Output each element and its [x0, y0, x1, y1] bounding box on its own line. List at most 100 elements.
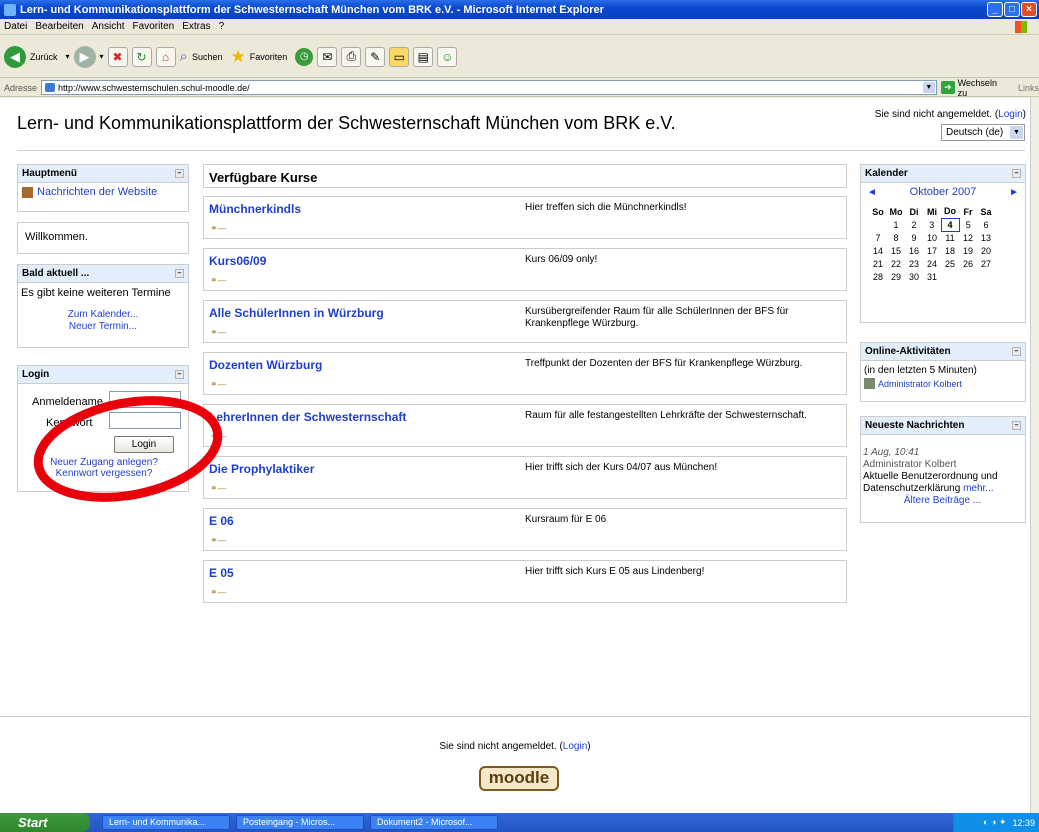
favorites-label[interactable]: Favoriten — [250, 52, 288, 62]
task-ie[interactable]: Lern- und Kommunika... — [102, 815, 230, 830]
calendar-next-icon[interactable]: ► — [1009, 187, 1019, 198]
calendar-day[interactable]: 18 — [941, 244, 959, 257]
footer-login-link[interactable]: Login — [563, 741, 587, 752]
upcoming-block: Bald aktuell ... – Es gibt keine weiteren… — [17, 264, 189, 348]
messenger-icon[interactable]: ☺ — [437, 46, 458, 67]
moodle-logo[interactable]: moodle — [479, 766, 559, 791]
vertical-scrollbar[interactable] — [1030, 98, 1039, 813]
links-label[interactable]: Links — [1018, 83, 1039, 93]
research-icon[interactable]: ▤ — [413, 46, 434, 67]
task-outlook[interactable]: Posteingang - Micros... — [236, 815, 364, 830]
upcoming-toggle-icon[interactable]: – — [175, 269, 184, 278]
toolbar: ◀ Zurück ▾ ▶ ▾ ✖ ↻ ⌂ ⌕ Suchen ★ Favorite… — [0, 36, 1039, 78]
calendar-day[interactable]: 13 — [977, 231, 995, 244]
calendar-day[interactable]: 14 — [869, 244, 887, 257]
back-icon[interactable]: ◀ — [4, 45, 26, 68]
language-select[interactable]: Deutsch (de) ▼ — [941, 124, 1025, 141]
calendar-day[interactable]: 9 — [905, 231, 923, 244]
calendar-day[interactable]: 28 — [869, 270, 887, 283]
calendar-day[interactable]: 27 — [977, 257, 995, 270]
calendar-prev-icon[interactable]: ◄ — [867, 187, 877, 198]
older-posts-link[interactable]: Ältere Beiträge ... — [904, 495, 981, 506]
tray-icons[interactable]: ◐ ◑ ✦ — [983, 817, 1006, 828]
calendar-day[interactable]: 23 — [905, 257, 923, 270]
back-dropdown-icon[interactable]: ▾ — [66, 52, 70, 61]
calendar-day[interactable]: 11 — [941, 231, 959, 244]
print-icon[interactable]: ⎙ — [341, 46, 362, 67]
login-toggle-icon[interactable]: – — [175, 370, 184, 379]
search-icon[interactable]: ⌕ — [180, 48, 188, 65]
course-link[interactable]: Dozenten Würzburg — [209, 358, 322, 372]
search-label[interactable]: Suchen — [192, 52, 223, 62]
address-input[interactable]: http://www.schwesternschulen.schul-moodl… — [41, 80, 937, 95]
mainmenu-toggle-icon[interactable]: – — [175, 169, 184, 178]
news-more-link[interactable]: mehr... — [963, 483, 994, 494]
key-icon: ⚭— — [210, 223, 227, 233]
menu-favorites[interactable]: Favoriten — [133, 21, 175, 32]
calendar-day[interactable]: 16 — [905, 244, 923, 257]
forward-dropdown-icon[interactable]: ▾ — [100, 52, 104, 61]
go-button[interactable]: ➜ Wechseln zu — [940, 78, 1008, 98]
mail-icon[interactable]: ✉ — [317, 46, 338, 67]
calendar-day[interactable]: 19 — [959, 244, 977, 257]
back-label[interactable]: Zurück — [30, 52, 58, 62]
calendar-day[interactable]: 5 — [959, 218, 977, 231]
history-icon[interactable]: ◷ — [295, 47, 314, 66]
close-button[interactable]: × — [1021, 2, 1037, 17]
calendar-link[interactable]: Zum Kalender... — [18, 309, 188, 321]
calendar-day[interactable]: 30 — [905, 270, 923, 283]
calendar-day[interactable]: 26 — [959, 257, 977, 270]
start-button[interactable]: Start — [0, 813, 90, 832]
home-icon[interactable]: ⌂ — [155, 46, 176, 67]
maximize-button[interactable]: □ — [1004, 2, 1020, 17]
site-news-link[interactable]: Nachrichten der Website — [37, 186, 157, 198]
menu-tools[interactable]: Extras — [182, 21, 210, 32]
favorites-star-icon[interactable]: ★ — [230, 47, 245, 67]
calendar-day[interactable]: 2 — [905, 218, 923, 231]
calendar-day[interactable]: 15 — [887, 244, 905, 257]
course-link[interactable]: Münchnerkindls — [209, 202, 301, 216]
calendar-day[interactable]: 24 — [923, 257, 941, 270]
menu-view[interactable]: Ansicht — [92, 21, 125, 32]
calendar-day[interactable]: 7 — [869, 231, 887, 244]
edit-icon[interactable]: ✎ — [365, 46, 386, 67]
course-link[interactable]: E 06 — [209, 514, 234, 528]
calendar-month[interactable]: Oktober 2007 — [910, 186, 977, 198]
online-toggle-icon[interactable]: – — [1012, 347, 1021, 356]
online-user-link[interactable]: Administrator Kolbert — [878, 379, 962, 389]
course-link[interactable]: Alle SchülerInnen in Würzburg — [209, 306, 384, 320]
folder-icon[interactable]: ▭ — [389, 46, 410, 67]
calendar-day[interactable]: 10 — [923, 231, 941, 244]
calendar-day[interactable]: 22 — [887, 257, 905, 270]
address-dropdown-icon[interactable]: ▼ — [922, 82, 935, 93]
calendar-day[interactable]: 29 — [887, 270, 905, 283]
calendar-day[interactable]: 20 — [977, 244, 995, 257]
calendar-day[interactable]: 1 — [887, 218, 905, 231]
menu-file[interactable]: Datei — [4, 21, 27, 32]
menu-edit[interactable]: Bearbeiten — [35, 21, 83, 32]
stop-icon[interactable]: ✖ — [107, 46, 128, 67]
refresh-icon[interactable]: ↻ — [131, 46, 152, 67]
course-link[interactable]: Kurs06/09 — [209, 254, 266, 268]
calendar-day[interactable]: 25 — [941, 257, 959, 270]
news-toggle-icon[interactable]: – — [1012, 421, 1021, 430]
course-link[interactable]: LehrerInnen der Schwesternschaft — [209, 410, 406, 424]
calendar-day[interactable]: 21 — [869, 257, 887, 270]
header-login-link[interactable]: Login — [998, 109, 1022, 120]
calendar-day[interactable]: 12 — [959, 231, 977, 244]
course-link[interactable]: E 05 — [209, 566, 234, 580]
new-event-link[interactable]: Neuer Termin... — [18, 321, 188, 333]
calendar-day[interactable]: 3 — [923, 218, 941, 231]
calendar-today[interactable]: 4 — [940, 217, 960, 232]
menu-help[interactable]: ? — [219, 21, 225, 32]
calendar-day[interactable]: 6 — [977, 218, 995, 231]
upcoming-empty: Es gibt keine weiteren Termine — [21, 287, 171, 299]
minimize-button[interactable]: _ — [987, 2, 1003, 17]
course-item: Die Prophylaktiker ⚭— Hier trifft sich der… — [203, 456, 847, 499]
calendar-day[interactable]: 8 — [887, 231, 905, 244]
calendar-toggle-icon[interactable]: – — [1012, 169, 1021, 178]
calendar-day[interactable]: 17 — [923, 244, 941, 257]
forward-icon[interactable]: ▶ — [73, 45, 96, 68]
task-word[interactable]: Dokument2 - Microsof... — [370, 815, 498, 830]
calendar-day[interactable]: 31 — [923, 270, 941, 283]
